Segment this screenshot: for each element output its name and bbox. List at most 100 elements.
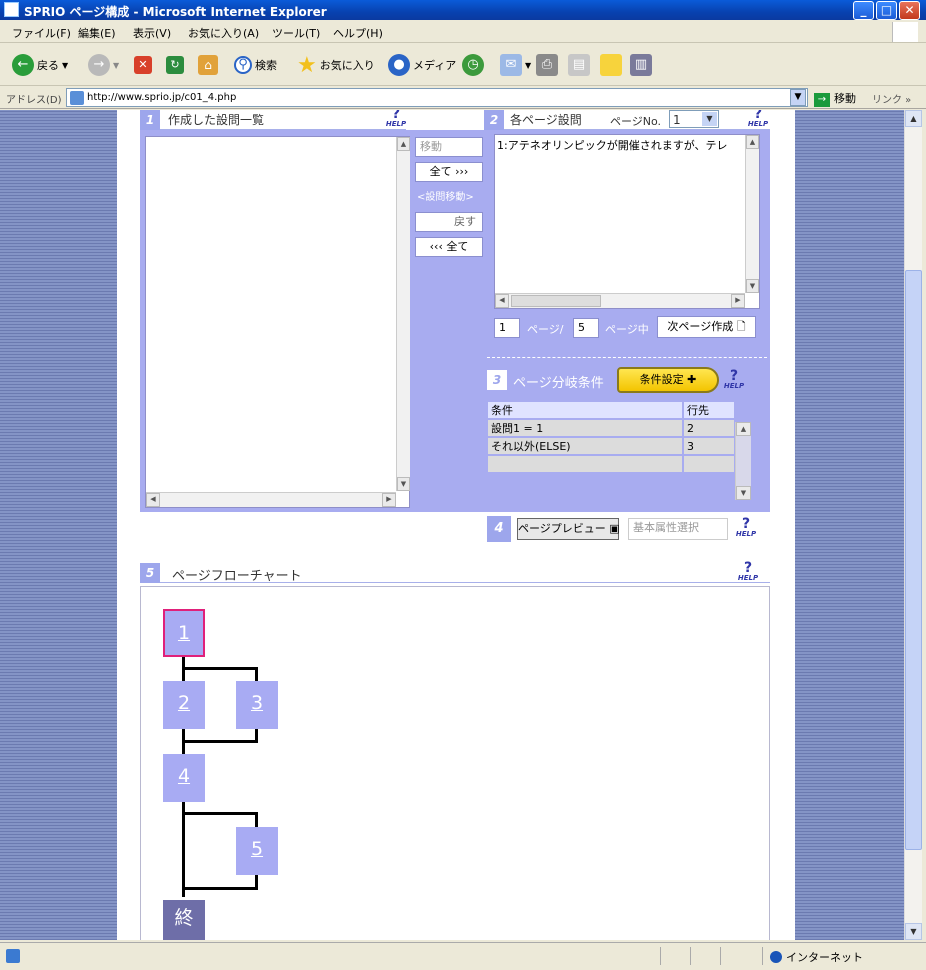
- vertical-scrollbar[interactable]: ▲ ▼: [396, 137, 410, 491]
- refresh-button[interactable]: ↻: [166, 52, 184, 78]
- flow-node-end[interactable]: 終: [163, 900, 205, 940]
- messenger-button[interactable]: ▥: [630, 52, 652, 78]
- browser-vertical-scrollbar[interactable]: ▲ ▼: [904, 110, 922, 940]
- condition-setting-button[interactable]: 条件設定 ✚: [617, 367, 719, 393]
- stop-icon: ✕: [134, 56, 152, 74]
- move-all-left-button[interactable]: ‹‹‹ 全て: [415, 237, 483, 257]
- help-icon[interactable]: ? HELP: [723, 369, 745, 392]
- left-background: [0, 110, 117, 940]
- horizontal-scrollbar[interactable]: ◀ ▶: [495, 293, 745, 308]
- minimize-button[interactable]: _: [853, 1, 874, 20]
- menu-favorites[interactable]: お気に入り(A): [188, 25, 259, 41]
- section-move-label: <設問移動>: [417, 192, 474, 203]
- edit-button[interactable]: ▤: [568, 52, 590, 78]
- forward-arrow-icon: →: [88, 54, 110, 76]
- flow-node-1[interactable]: 1: [163, 609, 205, 657]
- messenger-icon: ▥: [630, 54, 652, 76]
- page-no-select[interactable]: 1 ▼: [669, 110, 719, 128]
- flow-line: [182, 812, 258, 815]
- section3-title: ページ分岐条件: [513, 376, 604, 391]
- mail-button[interactable]: ✉ ▼: [500, 52, 531, 78]
- section2-title: 各ページ設問: [510, 113, 582, 127]
- flow-node-2[interactable]: 2: [163, 681, 205, 729]
- menu-tools[interactable]: ツール(T): [272, 25, 320, 41]
- basic-attribute-select[interactable]: 基本属性選択: [628, 518, 728, 540]
- scroll-up-icon: ▲: [397, 137, 410, 151]
- page-body: 1 作成した設問一覧 ? HELP 2 各ページ設問 ページNo. 1 ▼ ? HE…: [117, 110, 795, 940]
- scroll-up-icon[interactable]: ▲: [905, 110, 922, 127]
- help-icon[interactable]: ? HELP: [747, 110, 769, 130]
- close-button[interactable]: ✕: [899, 1, 920, 20]
- history-button[interactable]: ◷: [462, 52, 484, 78]
- address-dropdown-button[interactable]: ▼: [790, 89, 806, 106]
- return-button[interactable]: 戻す: [415, 212, 483, 232]
- flow-node-4[interactable]: 4: [163, 754, 205, 802]
- table-row: [488, 456, 734, 472]
- scroll-left-icon: ◀: [146, 493, 160, 507]
- flow-node-3[interactable]: 3: [236, 681, 278, 729]
- menu-help[interactable]: ヘルプ(H): [333, 25, 383, 41]
- search-button[interactable]: ⚲ 検索: [234, 52, 277, 78]
- page-icon: [70, 91, 84, 105]
- section1-title: 作成した設問一覧: [168, 113, 265, 127]
- ie-page-icon: [4, 2, 19, 17]
- horizontal-scrollbar[interactable]: ◀ ▶: [146, 492, 396, 507]
- back-button[interactable]: ← 戻る ▼: [12, 52, 68, 78]
- scroll-right-icon: ▶: [382, 493, 396, 507]
- go-button[interactable]: → 移動: [814, 90, 856, 107]
- maximize-button[interactable]: □: [876, 1, 897, 20]
- table-row: それ以外(ELSE) 3: [488, 438, 734, 454]
- scroll-thumb[interactable]: [905, 270, 922, 850]
- flowchart-area: 1 2 3 4 5 終: [140, 586, 770, 940]
- home-button[interactable]: ⌂: [198, 52, 218, 78]
- current-page-input[interactable]: 1: [494, 318, 520, 338]
- history-icon: ◷: [462, 54, 484, 76]
- media-button[interactable]: ● メディア: [388, 52, 456, 78]
- divider: [487, 357, 767, 358]
- next-page-button[interactable]: 次ページ作成 🗋: [657, 316, 756, 338]
- stop-button[interactable]: ✕: [134, 52, 152, 78]
- help-icon[interactable]: ? HELP: [385, 110, 407, 130]
- section2-header: 2 各ページ設問 ページNo. 1 ▼: [484, 110, 770, 130]
- section5-title: ページフローチャート: [172, 569, 302, 584]
- menu-view[interactable]: 表示(V): [133, 25, 171, 41]
- go-arrow-icon: →: [814, 93, 830, 107]
- scroll-left-icon: ◀: [495, 294, 509, 308]
- page-status-icon: [6, 949, 20, 963]
- forward-button[interactable]: → ▼: [88, 52, 119, 78]
- section1-header: 1 作成した設問一覧: [140, 110, 406, 130]
- scroll-up-icon: ▲: [746, 135, 759, 149]
- refresh-icon: ↻: [166, 56, 184, 74]
- vertical-scrollbar[interactable]: ▲ ▼: [745, 135, 759, 293]
- address-input[interactable]: http://www.sprio.jp/c01_4.php: [66, 88, 808, 107]
- page-preview-button[interactable]: ページプレビュー ▣: [517, 518, 620, 540]
- home-icon: ⌂: [198, 55, 218, 75]
- menu-edit[interactable]: 編集(E): [78, 25, 116, 41]
- links-button[interactable]: リンク »: [872, 91, 911, 106]
- help-icon[interactable]: ? HELP: [735, 517, 757, 540]
- flow-node-5[interactable]: 5: [236, 827, 278, 875]
- print-button[interactable]: ⎙: [536, 52, 558, 78]
- page-mid-label: ページ中: [605, 323, 649, 336]
- list-item[interactable]: 1:アテネオリンピックが開催されますが、テレ: [497, 137, 741, 153]
- page-questions-list[interactable]: 1:アテネオリンピックが開催されますが、テレ ▲ ▼ ◀ ▶: [494, 134, 760, 309]
- window-icon: ▣: [609, 522, 620, 535]
- divider: [660, 947, 661, 965]
- menu-file[interactable]: ファイル(F): [12, 25, 71, 41]
- total-pages-input[interactable]: 5: [573, 318, 599, 338]
- created-questions-list[interactable]: ▲ ▼ ◀ ▶: [145, 136, 410, 508]
- divider: [762, 947, 763, 965]
- favorites-button[interactable]: ★ お気に入り: [297, 52, 375, 78]
- help-icon[interactable]: ? HELP: [737, 561, 759, 584]
- discuss-button[interactable]: [600, 52, 622, 78]
- page-no-label: ページNo.: [610, 115, 662, 128]
- move-all-right-button[interactable]: 全て ›››: [415, 162, 483, 182]
- section5-number: 5: [140, 563, 160, 583]
- internet-zone: インターネット: [770, 949, 863, 965]
- condition-scrollbar[interactable]: ▲ ▼: [735, 422, 751, 500]
- header-condition: 条件: [488, 402, 682, 418]
- scroll-thumb[interactable]: [511, 295, 601, 307]
- scroll-down-icon[interactable]: ▼: [905, 923, 922, 940]
- back-arrow-icon: ←: [12, 54, 34, 76]
- header-destination: 行先: [684, 402, 734, 418]
